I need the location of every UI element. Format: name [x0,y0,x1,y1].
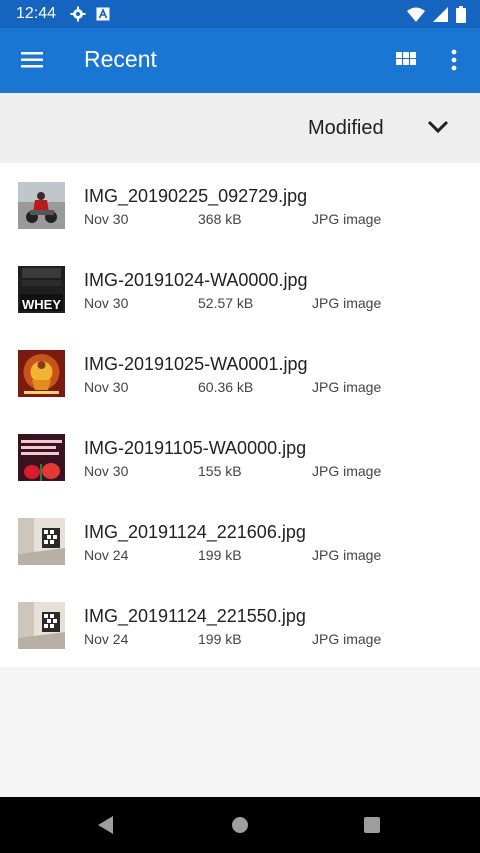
page-title: Recent [84,46,157,72]
image-thumbnail [18,182,65,229]
thumb-text: WHEY [22,297,61,312]
file-size: 60.36 kB [198,379,254,395]
file-size: 368 kB [198,211,242,227]
app-bar: Recent [0,28,480,93]
sort-bar: Modified [0,93,480,164]
file-size: 52.57 kB [198,295,254,311]
file-date: Nov 30 [84,379,129,395]
file-size: 199 kB [198,547,242,563]
file-size: 199 kB [198,631,242,647]
file-name: IMG-20191024-WA0000.jpg [84,270,308,290]
file-name: IMG_20191124_221606.jpg [84,522,306,542]
image-thumbnail [18,602,65,649]
file-size: 155 kB [198,463,242,479]
file-name: IMG_20190225_092729.jpg [84,186,308,206]
chevron-down-icon[interactable] [424,115,452,139]
file-name: IMG_20191124_221550.jpg [84,606,306,626]
image-thumbnail [18,350,65,397]
hamburger-icon[interactable] [20,48,46,72]
status-time: 12:44 [16,5,57,22]
wifi-icon [407,7,425,22]
recents-icon[interactable] [360,813,384,837]
list-item[interactable]: WHEY IMG-20191024-WA0000.jpg Nov 30 52.5… [0,247,480,331]
file-date: Nov 24 [84,547,129,563]
battery-icon [456,6,466,23]
image-thumbnail: WHEY [18,266,65,313]
file-list: IMG_20190225_092729.jpg Nov 30 368 kB JP… [0,163,480,667]
a-box-icon [96,7,110,21]
file-name: IMG-20191025-WA0001.jpg [84,354,308,374]
file-name: IMG-20191105-WA0000.jpg [84,438,307,458]
file-type: JPG image [312,631,382,647]
file-date: Nov 24 [84,631,129,647]
list-item[interactable]: IMG-20191025-WA0001.jpg Nov 30 60.36 kB … [0,331,480,415]
gear-icon [70,6,86,22]
sort-label[interactable]: Modified [308,117,384,140]
file-date: Nov 30 [84,211,129,227]
file-type: JPG image [312,547,382,563]
file-type: JPG image [312,463,382,479]
back-icon[interactable] [94,813,118,837]
status-bar: 12:44 [0,0,480,28]
file-date: Nov 30 [84,463,129,479]
grid-view-icon[interactable] [394,48,418,72]
file-type: JPG image [312,295,382,311]
signal-icon [433,7,448,22]
image-thumbnail [18,434,65,481]
image-thumbnail [18,518,65,565]
list-item[interactable]: IMG_20191124_221606.jpg Nov 24 199 kB JP… [0,499,480,583]
list-item[interactable]: IMG_20191124_221550.jpg Nov 24 199 kB JP… [0,583,480,667]
home-icon[interactable] [228,813,252,837]
list-item[interactable]: IMG_20190225_092729.jpg Nov 30 368 kB JP… [0,163,480,247]
file-type: JPG image [312,211,382,227]
file-date: Nov 30 [84,295,129,311]
more-vert-icon[interactable] [446,48,462,72]
list-item[interactable]: IMG-20191105-WA0000.jpg Nov 30 155 kB JP… [0,415,480,499]
navigation-bar [0,797,480,853]
file-type: JPG image [312,379,382,395]
